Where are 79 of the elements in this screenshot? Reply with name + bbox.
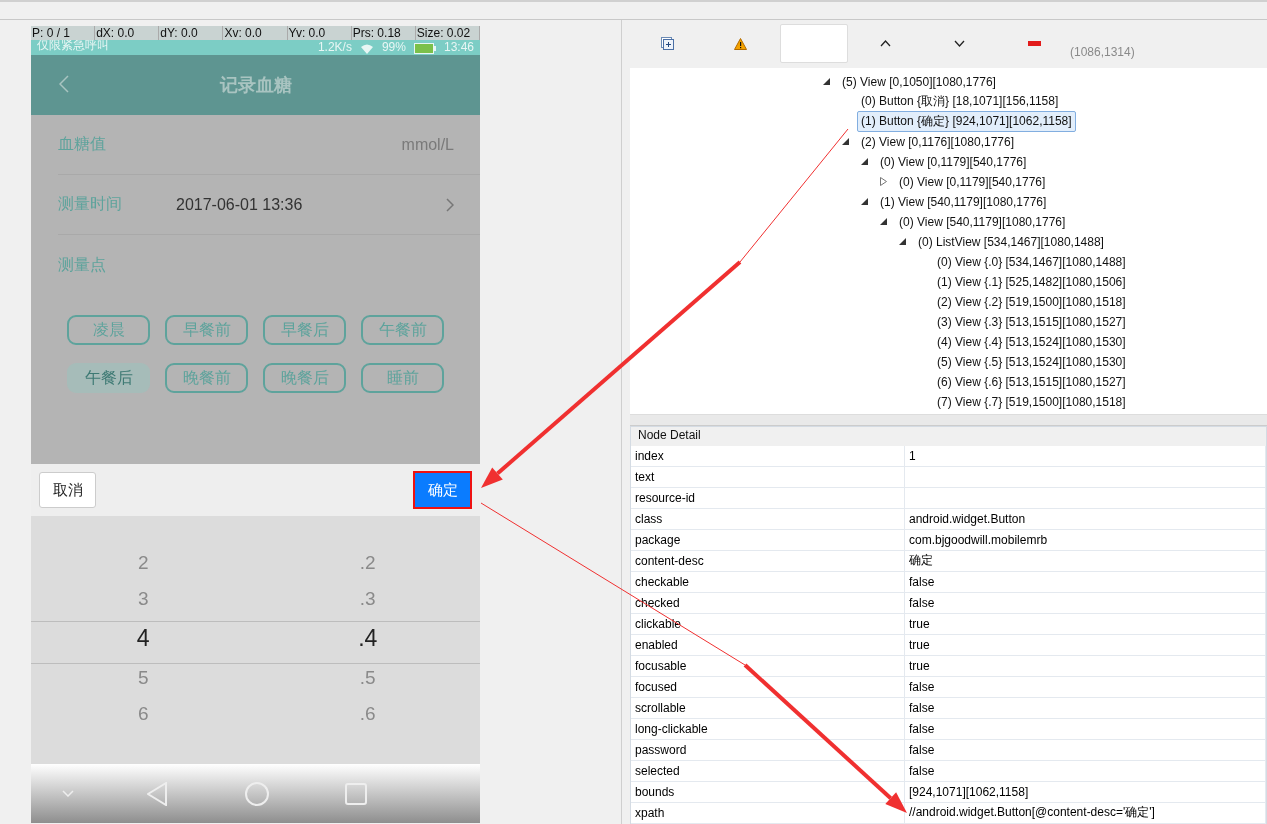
property-name: content-desc [631,551,905,572]
tree-item[interactable]: (0) View {.0} [534,1467][1080,1488] [933,252,1130,271]
tree-item[interactable]: (0) ListView [534,1467][1080,1488] [914,232,1108,251]
blank-field[interactable] [780,24,848,64]
network-speed: 1.2K/s [317,40,352,54]
tree-item[interactable]: (2) View {.2} [519,1500][1080,1518] [933,292,1130,311]
date-time-value: 2017-06-01 13:36 [176,195,303,214]
picker-option[interactable]: .4 [358,617,378,660]
property-name: checkable [631,572,905,593]
tree-item[interactable]: (7) View {.7} [519,1500][1080,1518] [933,392,1130,411]
debug-value: P: 0 / 1 [31,26,96,40]
tree-item[interactable]: (1) View {.1} [525,1482][1080,1506] [933,272,1130,291]
debug-value: dY: 0.0 [159,26,224,40]
property-name: index [631,446,905,467]
tree-item[interactable]: (0) View [540,1179][1080,1776] [895,212,1070,231]
expand-all-icon[interactable] [661,37,674,51]
property-value: [924,1071][1062,1158] [905,782,1266,803]
wifi-icon [359,43,374,54]
tree-item[interactable]: (6) View {.6} [513,1515][1080,1527] [933,372,1130,391]
property-value: false [905,719,1266,740]
property-name: resource-id [631,488,905,509]
debug-value: Xv: 0.0 [223,26,288,40]
minus-icon[interactable] [1028,41,1041,47]
debug-value: Yv: 0.0 [287,26,352,40]
expanded-triangle-icon[interactable] [861,198,868,206]
property-value: false [905,761,1266,782]
caret-down-icon[interactable] [954,40,965,48]
property-value: android.widget.Button [905,509,1266,530]
property-value: false [905,740,1266,761]
clock-time: 13:46 [443,40,474,54]
debug-value: Size: 0.02 [415,26,480,40]
property-value: 确定 [905,551,1266,572]
debug-value: Prs: 0.18 [351,26,416,40]
form-label: 测量点 [58,254,107,275]
expanded-triangle-icon[interactable] [880,218,887,226]
caret-up-icon[interactable] [880,40,891,48]
tree-item[interactable]: (5) View [0,1050][1080,1776] [838,72,1000,91]
confirm-button[interactable]: 确定 [413,471,472,509]
property-value: true [905,656,1266,677]
tree-item[interactable]: (4) View {.4} [513,1524][1080,1530] [933,332,1130,351]
picker-option[interactable]: 4 [136,617,150,660]
property-name: text [631,467,905,488]
expanded-triangle-icon[interactable] [823,78,830,86]
property-value: true [905,635,1266,656]
cancel-button[interactable]: 取消 [39,472,96,508]
property-value: true [905,614,1266,635]
expanded-triangle-icon[interactable] [861,158,868,166]
form-label: 测量时间 [58,194,123,214]
property-name: package [631,530,905,551]
collapsed-triangle-icon[interactable] [880,177,887,187]
warning-icon[interactable] [734,37,747,50]
property-name: class [631,509,905,530]
property-value: false [905,677,1266,698]
property-value: com.bjgoodwill.mobilemrb [905,530,1266,551]
battery-percent: 99% [381,40,406,54]
property-value: 1 [905,446,1266,467]
property-value: false [905,593,1266,614]
tree-item[interactable]: (0) Button {取消} [18,1071][156,1158] [857,91,1063,113]
tree-item[interactable]: (1) View [540,1179][1080,1776] [876,192,1051,211]
property-value: //android.widget.Button[@content-desc='确定'] [905,803,1266,824]
tree-item[interactable]: (0) View [0,1179][540,1776] [895,172,1050,191]
tree-item[interactable]: (2) View [0,1176][1080,1776] [857,132,1018,151]
form-label: 血糖值 [58,134,107,154]
debug-value: dX: 0.0 [95,26,160,40]
battery-icon [413,43,436,54]
number-picker[interactable]: 2 3 4 5 6 .2 .3 .4 .5 .6 [31,516,480,764]
tree-item[interactable]: (0) View [0,1179][540,1776] [876,152,1031,171]
page-title: 记录血糖 [219,74,292,97]
coordinates-text: (1086,1314) [1070,44,1135,59]
tree-item[interactable]: (3) View {.3} [513,1515][1080,1527] [933,312,1130,331]
property-name: enabled [631,635,905,656]
expanded-triangle-icon[interactable] [899,238,906,246]
unit-label: mmol/L [401,135,454,154]
property-value: false [905,572,1266,593]
property-value: false [905,698,1266,719]
expanded-triangle-icon[interactable] [842,138,849,146]
tree-item[interactable]: (5) View {.5} [513,1524][1080,1530] [933,352,1130,371]
tree-item[interactable]: (1) Button {确定} [924,1071][1062,1158] [857,111,1076,133]
property-name: clickable [631,614,905,635]
